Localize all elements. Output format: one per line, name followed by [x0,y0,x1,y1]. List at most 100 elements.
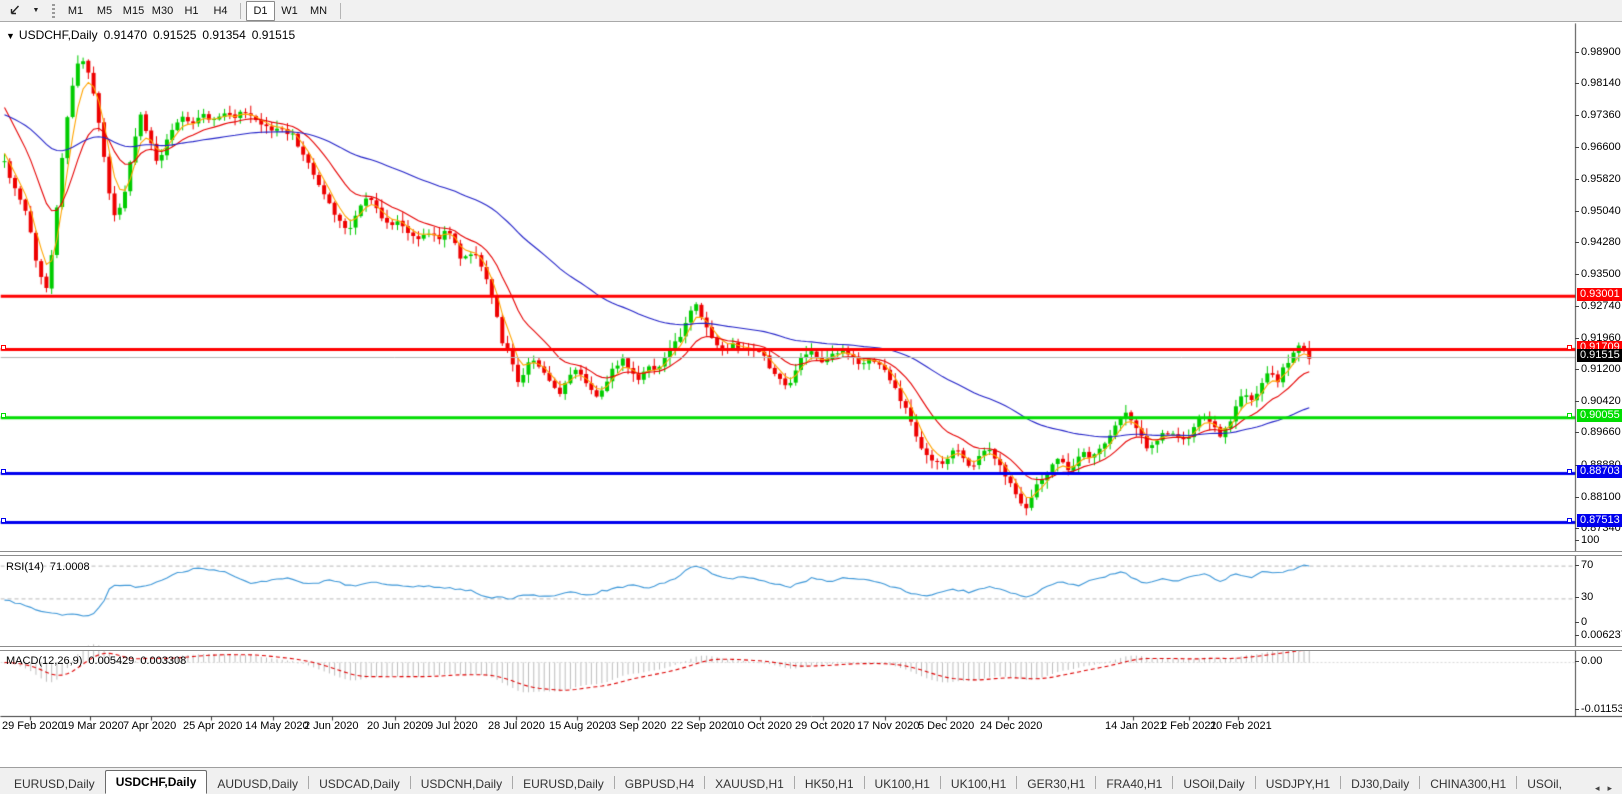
timeframe-button-m30[interactable]: M30 [148,1,177,21]
timeframe-toolbar: ▼ M1 M5 M15 M30 H1 H4 D1 W1 MN [0,0,1622,22]
chart-tab-usdcnh-daily[interactable]: USDCNH,Daily [411,774,512,794]
timeframe-button-mn[interactable]: MN [304,1,333,21]
chart-tab-usdjpy-h1[interactable]: USDJPY,H1 [1256,774,1340,794]
toolbar-grip-icon[interactable] [52,3,55,18]
timeframe-button-m1[interactable]: M1 [61,1,90,21]
toolbar-dropdown-caret-icon[interactable]: ▼ [26,1,46,21]
symbol-period-label: USDCHF,Daily [18,28,98,42]
price-axis-tick-label: 0.89660 [1581,426,1621,439]
chart-tab-uk100-h1[interactable]: UK100,H1 [941,774,1016,794]
tab-scroll-right-icon[interactable]: ▸ [1607,783,1612,794]
pane-splitter-macd[interactable] [0,646,1622,651]
chart-tab-usdchf-daily[interactable]: USDCHF,Daily [104,770,208,794]
hline-handle[interactable] [1567,517,1572,523]
time-axis-label: 14 May 2020 [245,720,309,732]
chart-symbol-header: ▼ USDCHF,Daily 0.91470 0.91525 0.91354 0.9151… [6,28,301,42]
timeframe-button-h1[interactable]: H1 [177,1,206,21]
hline-handle[interactable] [1567,468,1572,474]
chart-shift-icon [10,5,19,15]
price-axis-tick-label: 0.98900 [1581,45,1621,58]
rsi-axis-tick-mark [1575,622,1579,623]
chart-tab-gbpusd-h4[interactable]: GBPUSD,H4 [615,774,704,794]
price-chart-canvas[interactable] [0,23,1622,767]
hline-handle[interactable] [1,413,6,419]
toolbar-divider [240,2,241,19]
price-axis-tick-mark [1575,432,1579,434]
time-axis-label: 29 Oct 2020 [795,720,855,732]
chart-tab-eurusd-daily[interactable]: EURUSD,Daily [4,774,105,794]
price-axis-tick-label: 0.94280 [1581,236,1621,249]
timeframe-button-w1[interactable]: W1 [275,1,304,21]
price-axis-tick-label: 0.96600 [1581,140,1621,153]
price-axis-tick-mark [1575,83,1579,85]
timeframe-button-h4[interactable]: H4 [206,1,235,21]
hline-handle[interactable] [1567,345,1572,351]
rsi-indicator-name: RSI(14) [6,561,44,573]
price-axis-tick-label: 0.95040 [1581,204,1621,217]
chart-tab-usoil[interactable]: USOil, [1517,774,1572,794]
chart-tab-china300-h1[interactable]: CHINA300,H1 [1420,774,1516,794]
chart-tab-usdcad-daily[interactable]: USDCAD,Daily [309,774,410,794]
price-close: 0.91515 [251,28,296,42]
hline-handle[interactable] [1,517,6,523]
macd-axis-tick-label: 0.00 [1581,654,1603,667]
bid-price-tag: 0.91515 [1577,349,1622,363]
price-open: 0.91470 [103,28,147,42]
macd-axis-tick-label: -0.011534 [1581,703,1622,715]
chart-tab-dj30-daily[interactable]: DJ30,Daily [1341,774,1419,794]
time-axis-label: 20 Feb 2021 [1210,720,1272,732]
time-axis-label: 10 Oct 2020 [732,720,792,732]
toolbar-divider [340,2,341,19]
chart-tab-usoil-daily[interactable]: USOil,Daily [1173,774,1254,794]
tabs-holder: EURUSD,Daily USDCHF,Daily AUDUSD,Daily USDC… [4,770,1572,794]
rsi-pane-label: RSI(14) 71.0008 [6,561,96,573]
time-axis-label: 14 Jan 2021 [1105,720,1166,732]
pane-splitter-rsi[interactable] [0,551,1622,556]
chart-tab-hk50-h1[interactable]: HK50,H1 [795,774,864,794]
rsi-axis-tick-mark [1575,564,1579,566]
tab-scroll-controls: ◂ ▸ [1595,783,1618,794]
price-axis-tick-label: 0.93500 [1581,268,1621,281]
timeframe-button-m15[interactable]: M15 [119,1,148,21]
price-axis-tick-mark [1575,337,1579,339]
time-axis-label: 15 Aug 2020 [549,720,611,732]
rsi-axis-tick-label: 100 [1581,534,1600,546]
chart-tab-xauusd-h1[interactable]: XAUUSD,H1 [705,774,794,794]
hline-handle[interactable] [1,468,6,474]
price-axis-tick-mark [1575,528,1579,530]
price-axis-tick-label: 0.95820 [1581,172,1621,185]
time-axis-label: 28 Jul 2020 [488,720,545,732]
chart-tab-ger30-h1[interactable]: GER30,H1 [1017,774,1095,794]
hline-handle[interactable] [1,345,6,351]
macd-axis-tick-mark [1575,635,1579,636]
price-axis-tick-mark [1575,305,1579,307]
rsi-axis-tick-mark [1575,540,1579,541]
hline-handle[interactable] [1567,413,1572,419]
price-axis-tick-mark [1575,496,1579,498]
price-axis-tick-mark [1575,242,1579,244]
price-axis-tick-label: 0.90420 [1581,395,1621,408]
chart-shift-button[interactable] [4,1,24,21]
chart-tab-fra40-h1[interactable]: FRA40,H1 [1096,774,1172,794]
hline-price-tag: 0.88703 [1577,464,1622,478]
symbol-dropdown-icon[interactable]: ▼ [6,31,15,41]
price-axis-tick-label: 0.88100 [1581,490,1621,503]
macd-axis-tick-label: 0.006237 [1581,629,1622,641]
timeframe-buttons-group: M1 M5 M15 M30 H1 H4 D1 W1 MN [61,0,333,21]
time-axis-label: 7 Apr 2020 [123,720,177,732]
price-axis-tick-mark [1575,369,1579,370]
tab-scroll-left-icon[interactable]: ◂ [1595,783,1600,794]
chart-tab-eurusd-daily[interactable]: EURUSD,Daily [513,774,614,794]
hline-price-tag: 0.93001 [1577,287,1622,301]
chart-tab-audusd-daily[interactable]: AUDUSD,Daily [207,774,308,794]
time-axis-label: 5 Dec 2020 [918,720,975,732]
chart-tab-uk100-h1[interactable]: UK100,H1 [865,774,940,794]
timeframe-button-m5[interactable]: M5 [90,1,119,21]
macd-axis-tick-mark [1575,660,1579,662]
timeframe-button-d1[interactable]: D1 [246,0,275,21]
macd-main-value: 0.005429 [88,655,135,667]
mt4-application-window: ▼ M1 M5 M15 M30 H1 H4 D1 W1 MN ▼ USDCHF,Daily 0.91… [0,0,1622,794]
time-axis-label: 3 Sep 2020 [610,720,667,732]
rsi-axis-tick-mark [1575,597,1579,599]
price-axis-tick-mark [1575,115,1579,117]
